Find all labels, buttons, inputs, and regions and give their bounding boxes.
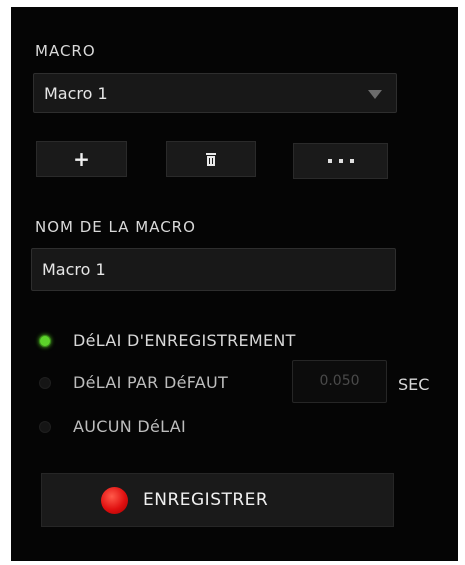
delete-macro-button[interactable]: [166, 141, 256, 177]
delay-unit-label: SEC: [398, 375, 430, 394]
record-button[interactable]: ENREGISTRER: [41, 473, 394, 527]
macro-select-dropdown[interactable]: Macro 1: [33, 73, 397, 113]
record-delay-radio[interactable]: [39, 334, 51, 347]
macro-name-value: Macro 1: [42, 260, 106, 279]
record-delay-option[interactable]: DéLAI D'ENREGISTREMENT: [39, 331, 296, 350]
more-dots-icon: [327, 159, 354, 163]
macro-panel: MACRO Macro 1 + NOM DE LA MACRO Macro 1 …: [11, 7, 458, 561]
macro-select-value: Macro 1: [44, 84, 108, 103]
macro-name-input[interactable]: Macro 1: [31, 248, 396, 291]
no-delay-option[interactable]: AUCUN DéLAI: [39, 417, 186, 436]
macro-name-title: NOM DE LA MACRO: [35, 218, 196, 236]
record-button-label: ENREGISTRER: [143, 490, 269, 510]
no-delay-label: AUCUN DéLAI: [73, 417, 187, 436]
default-delay-option[interactable]: DéLAI PAR DéFAUT: [39, 373, 228, 392]
record-icon: [101, 487, 128, 514]
trash-icon: [206, 152, 216, 166]
no-delay-radio[interactable]: [39, 420, 51, 433]
default-delay-radio[interactable]: [39, 376, 51, 389]
macro-section-title: MACRO: [35, 42, 96, 60]
record-delay-label: DéLAI D'ENREGISTREMENT: [73, 331, 296, 350]
default-delay-input[interactable]: 0.050: [292, 360, 387, 403]
more-options-button[interactable]: [293, 143, 388, 179]
plus-icon: +: [73, 147, 90, 171]
chevron-down-icon: [368, 90, 382, 99]
add-macro-button[interactable]: +: [36, 141, 127, 177]
default-delay-label: DéLAI PAR DéFAUT: [73, 373, 229, 392]
